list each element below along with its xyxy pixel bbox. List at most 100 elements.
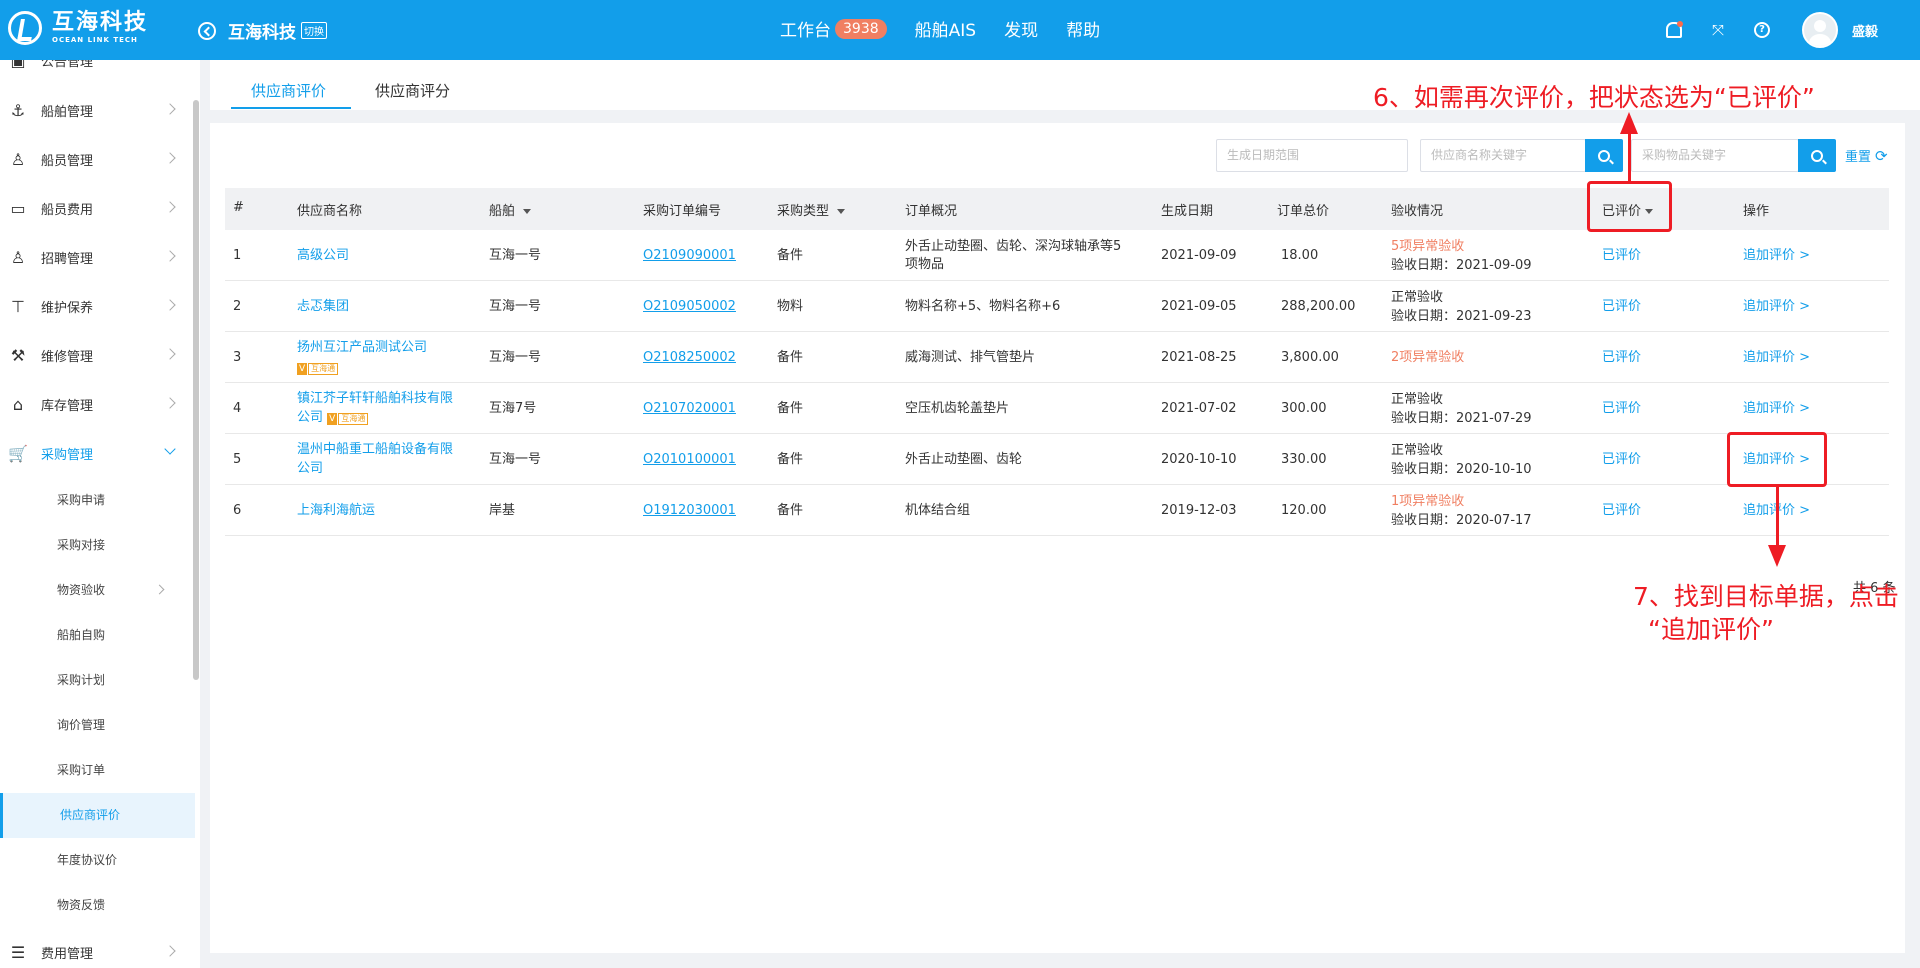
sidebar-item-procurement[interactable]: 🛒 采购管理 xyxy=(0,433,190,473)
refresh-icon: ⟳ xyxy=(1875,146,1888,165)
supplier-link[interactable]: 上海利海航运 xyxy=(297,502,375,519)
logo-icon xyxy=(8,11,42,45)
tab-supplier-score[interactable]: 供应商评分 xyxy=(375,80,450,101)
sidebar-item-maintenance[interactable]: ⊤ 维护保养 xyxy=(0,286,190,326)
sidebar-sub-purchase-request[interactable]: 采购申请 xyxy=(0,478,195,523)
fullscreen-icon[interactable]: ⤧ xyxy=(1708,20,1728,40)
sidebar-sub-annual-price[interactable]: 年度协议价 xyxy=(0,838,195,883)
sidebar-item-crew[interactable]: ♙ 船员管理 xyxy=(0,139,190,179)
chevron-right-icon xyxy=(164,152,176,164)
annotation-append-highlight xyxy=(1727,432,1827,487)
nav-discover[interactable]: 发现 xyxy=(1004,16,1038,41)
col-acceptance: 验收情况 xyxy=(1391,204,1444,219)
wrench-icon: ⚒ xyxy=(10,345,26,365)
username[interactable]: 盛毅 xyxy=(1852,21,1878,40)
sidebar-sub-goods-feedback[interactable]: 物资反馈 xyxy=(0,883,195,928)
sidebar-sub-purchase-order[interactable]: 采购订单 xyxy=(0,748,195,793)
status-label: 已评价 xyxy=(1602,248,1642,263)
annotation-arrow-line xyxy=(1628,130,1631,181)
sidebar: ▣ 公告管理 ⚓ 船舶管理 ♙ 船员管理 ▭ 船员费用 ♙ 招聘管理 ⊤ 维护保… xyxy=(0,60,200,968)
nav-help[interactable]: 帮助 xyxy=(1066,16,1100,41)
append-review-link[interactable]: 追加评价 > xyxy=(1743,349,1810,366)
order-link[interactable]: O1912030001 xyxy=(643,502,736,519)
avatar[interactable] xyxy=(1801,12,1838,48)
order-link[interactable]: O2109090001 xyxy=(643,247,736,264)
sidebar-sub-purchase-docking[interactable]: 采购对接 xyxy=(0,523,195,568)
caret-down-icon xyxy=(523,209,532,214)
chevron-right-icon xyxy=(164,348,176,360)
sidebar-sub-supplier-evaluation[interactable]: 供应商评价 xyxy=(0,793,195,838)
anchor-icon: ⚓ xyxy=(10,100,26,120)
status-label: 已评价 xyxy=(1602,299,1642,314)
bell-icon[interactable] xyxy=(1664,20,1684,40)
sidebar-item-notice[interactable]: ▣ 公告管理 xyxy=(0,60,190,80)
sidebar-item-repair[interactable]: ⚒ 维修管理 xyxy=(0,335,190,375)
supplier-link[interactable]: 镇江芥子轩轩船舶科技有限 xyxy=(297,390,453,407)
order-link[interactable]: O2107020001 xyxy=(643,400,736,417)
top-bar: 互海科技 OCEAN LINK TECH 互海科技 切换 工作台 3938 船舶… xyxy=(0,0,1920,60)
table-row: 1 高级公司 互海一号 O2109090001 备件 外舌止动垫圈、齿轮、深沟球… xyxy=(225,230,1889,281)
supplier-link[interactable]: 扬州互江产品测试公司 xyxy=(297,339,427,356)
status-label: 已评价 xyxy=(1602,452,1642,467)
sidebar-item-recruit[interactable]: ♙ 招聘管理 xyxy=(0,237,190,277)
notice-icon: ▣ xyxy=(10,60,26,70)
person-icon: ♙ xyxy=(10,149,26,169)
supplier-search-button[interactable] xyxy=(1585,139,1623,172)
goods-search-input[interactable]: 采购物品关键字 xyxy=(1631,139,1799,172)
sidebar-item-ship[interactable]: ⚓ 船舶管理 xyxy=(0,90,190,130)
order-link[interactable]: O2108250002 xyxy=(643,349,736,366)
date-range-input[interactable]: 生成日期范围 xyxy=(1216,139,1408,172)
hammer-icon: ⊤ xyxy=(11,296,25,316)
table-row: 4 镇江芥子轩轩船舶科技有限 公司 V 互海通 互海7号 O2107020001 … xyxy=(225,383,1889,434)
sidebar-sub-purchase-plan[interactable]: 采购计划 xyxy=(0,658,195,703)
chevron-right-icon xyxy=(164,397,176,409)
chevron-right-icon xyxy=(164,945,176,957)
annotation-step7-line2: “追加评价” xyxy=(1648,615,1774,644)
status-label: 已评价 xyxy=(1602,401,1642,416)
order-link[interactable]: O2010100001 xyxy=(643,451,736,468)
supplier-link[interactable]: 高级公司 xyxy=(297,247,349,264)
cart-icon: 🛒 xyxy=(8,443,28,463)
supplier-link[interactable]: 忐忑集团 xyxy=(297,298,349,315)
col-index: # xyxy=(233,200,244,215)
goods-search-button[interactable] xyxy=(1798,139,1836,172)
sidebar-sub-self-purchase[interactable]: 船舶自购 xyxy=(0,613,195,658)
annotation-arrow-up-icon xyxy=(1620,112,1638,134)
tab-supplier-evaluation[interactable]: 供应商评价 xyxy=(251,80,326,101)
append-review-link[interactable]: 追加评价 > xyxy=(1743,400,1810,417)
annotation-arrow-line xyxy=(1776,487,1779,547)
supplier-link[interactable]: 温州中船重工船舶设备有限 xyxy=(297,441,453,458)
table-row: 2 忐忑集团 互海一号 O2109050002 物料 物料名称+5、物料名称+6… xyxy=(225,281,1889,332)
col-date: 生成日期 xyxy=(1161,204,1214,219)
company-name: 互海科技 xyxy=(228,23,296,43)
nav-ais[interactable]: 船舶AIS xyxy=(915,16,976,41)
table-row: 6 上海利海航运 岸基 O1912030001 备件 机体结合组 2019-12… xyxy=(225,485,1889,536)
col-ship[interactable]: 船舶 xyxy=(489,200,532,219)
back-icon[interactable] xyxy=(198,21,216,40)
chevron-right-icon xyxy=(164,250,176,262)
help-icon[interactable]: ? xyxy=(1752,20,1772,40)
wallet-icon: ▭ xyxy=(10,198,26,218)
top-nav: 工作台 3938 船舶AIS 发现 帮助 xyxy=(780,16,1128,41)
sidebar-sub-goods-acceptance[interactable]: 物资验收 xyxy=(0,568,195,613)
sidebar-item-expense[interactable]: ☰ 费用管理 xyxy=(0,932,190,968)
switch-company-button[interactable]: 切换 xyxy=(301,22,327,39)
reset-button[interactable]: 重置 ⟳ xyxy=(1845,146,1888,166)
table-row: 3 扬州互江产品测试公司 V 互海通 互海一号 O2108250002 备件 威海… xyxy=(225,332,1889,383)
sidebar-sub-inquiry[interactable]: 询价管理 xyxy=(0,703,195,748)
supplier-tag: V 互海通 xyxy=(297,359,339,376)
company-switcher[interactable]: 互海科技 切换 xyxy=(198,18,327,43)
col-purchase-type[interactable]: 采购类型 xyxy=(777,200,846,219)
search-icon xyxy=(1598,149,1610,162)
active-tab-indicator xyxy=(231,107,351,109)
append-review-link[interactable]: 追加评价 > xyxy=(1743,247,1810,264)
nav-workbench[interactable]: 工作台 3938 xyxy=(780,16,887,41)
supplier-search-input[interactable]: 供应商名称关键字 xyxy=(1420,139,1586,172)
warehouse-icon: ⌂ xyxy=(12,394,24,414)
sidebar-item-inventory[interactable]: ⌂ 库存管理 xyxy=(0,384,190,424)
sidebar-scrollbar[interactable] xyxy=(193,100,199,680)
col-total-price: 订单总价 xyxy=(1277,204,1330,219)
append-review-link[interactable]: 追加评价 > xyxy=(1743,298,1810,315)
order-link[interactable]: O2109050002 xyxy=(643,298,736,315)
sidebar-item-crew-cost[interactable]: ▭ 船员费用 xyxy=(0,188,190,228)
